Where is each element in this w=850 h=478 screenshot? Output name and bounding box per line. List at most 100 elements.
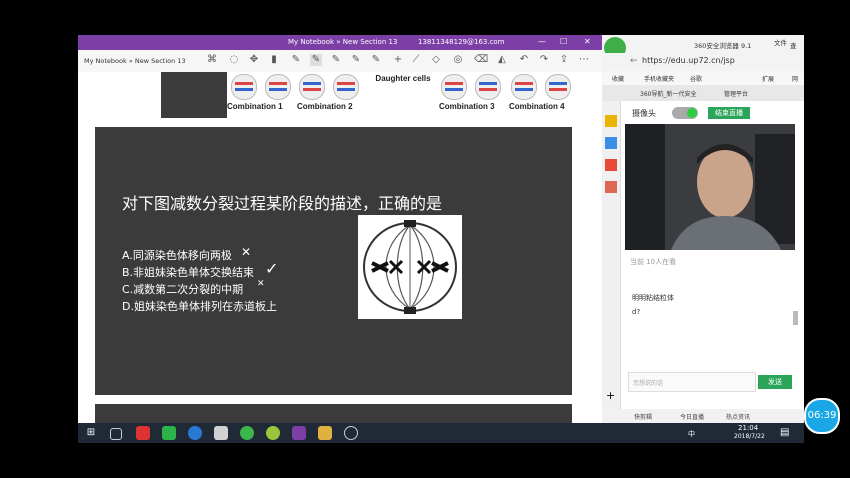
star-icon[interactable]	[605, 115, 617, 127]
camera-label: 摄像头	[632, 109, 656, 118]
wechat-icon[interactable]	[162, 426, 176, 440]
option-a: A.同源染色体移向两极	[122, 249, 232, 262]
slide-top: Daughter cells Combination 1 Combination…	[161, 72, 573, 118]
app-icon[interactable]	[266, 426, 280, 440]
option-b: B.非姐妹染色单体交换结束	[122, 266, 255, 279]
end-live-button[interactable]: 结束直播	[708, 107, 750, 119]
share-icon[interactable]: ⇪	[558, 54, 570, 66]
onenote-window: My Notebook » New Section 13 13811348129…	[78, 35, 602, 423]
browser-icon[interactable]	[188, 426, 202, 440]
eraser-tool-icon[interactable]: ⌫	[474, 54, 488, 66]
taskbar: ⊞ 中 21:04 2018/7/22 ▤	[78, 423, 804, 443]
combination-label: Combination 4	[509, 102, 565, 111]
windows-start-icon[interactable]: ⊞	[84, 426, 98, 440]
menu-view[interactable]: 查	[790, 40, 797, 50]
camera-toggle[interactable]	[672, 107, 698, 119]
onenote-toolbar: My Notebook » New Section 13 ⌘ ◌ ✥ ▮ ✎ ✎…	[78, 50, 602, 73]
notification-icon[interactable]: ◭	[496, 54, 508, 66]
move-icon[interactable]: ✥	[248, 54, 260, 66]
onenote-icon[interactable]	[292, 426, 306, 440]
task-view-icon[interactable]	[110, 428, 122, 440]
onenote-titlebar: My Notebook » New Section 13 13811348129…	[78, 35, 602, 50]
weibo-icon[interactable]	[605, 159, 617, 171]
ruler-icon[interactable]: ⟋	[410, 54, 422, 66]
browser-sidebar: +	[602, 101, 621, 409]
browser-titlebar: 360安全浏览器 9.1 文件 查	[602, 35, 804, 59]
tab-admin[interactable]: 管理平台	[724, 89, 748, 98]
pen-black-icon[interactable]: ▮	[268, 54, 280, 66]
notification-icon[interactable]: ▤	[780, 427, 789, 438]
breadcrumb[interactable]: My Notebook » New Section 13	[84, 57, 186, 65]
cell-icon	[231, 74, 257, 100]
eraser-icon[interactable]: ◌	[228, 54, 240, 66]
360-browser-icon[interactable]	[240, 426, 254, 440]
undo-icon[interactable]: ↶	[518, 54, 530, 66]
status-item[interactable]: 热点资讯	[726, 412, 750, 421]
ink-cross-mark: ✕	[241, 245, 252, 259]
maximize-button[interactable]: ☐	[560, 37, 567, 46]
browser-statusbar: 快剪辑 今日直播 热点资讯	[602, 409, 804, 423]
bookmark-item[interactable]: 扩展	[762, 74, 774, 83]
bookmark-bar: 收藏 手机收藏夹 谷歌 扩展 网	[602, 71, 804, 85]
cell-icon	[299, 74, 325, 100]
ime-indicator[interactable]: 中	[688, 429, 695, 439]
url-field[interactable]: https://edu.up72.cn/jsp	[642, 56, 812, 68]
send-button[interactable]: 发送	[758, 375, 792, 389]
more-icon[interactable]: ⋯	[578, 54, 590, 66]
chat-input[interactable]: 您想说的话	[628, 372, 756, 392]
pen-icon-2[interactable]: ✎	[330, 54, 342, 66]
webcam-video	[625, 124, 795, 250]
lasso-icon[interactable]: ⌘	[206, 54, 218, 66]
clock-time[interactable]: 21:04	[738, 424, 758, 432]
menu-file[interactable]: 文件	[774, 37, 787, 47]
cell-icon	[545, 74, 571, 100]
meiosis-figure: Daughter cells Combination 1 Combination…	[227, 72, 573, 118]
pen-icon[interactable]: ✎	[290, 54, 302, 66]
mail-icon[interactable]	[214, 426, 228, 440]
cell-icon	[333, 74, 359, 100]
ink-to-shape-icon[interactable]: ◎	[452, 54, 464, 66]
bookmark-item[interactable]: 收藏	[612, 74, 624, 83]
clock-app-icon[interactable]	[344, 426, 358, 440]
add-icon[interactable]: +	[392, 54, 404, 66]
chat-message: d?	[632, 308, 641, 316]
add-icon[interactable]: +	[606, 389, 615, 402]
slide-next	[95, 404, 572, 423]
chat-message: 明明粘结粒体	[632, 294, 674, 302]
cell-division-diagram	[358, 215, 462, 319]
tab-360nav[interactable]: 360导航_新一代安全	[640, 89, 710, 98]
shape-icon[interactable]: ◇	[430, 54, 442, 66]
option-d: D.姐妹染色单体排列在赤道板上	[122, 300, 277, 313]
clock-date[interactable]: 2018/7/22	[734, 433, 765, 440]
cell-icon	[511, 74, 537, 100]
redo-icon[interactable]: ↷	[538, 54, 550, 66]
note-canvas[interactable]: Daughter cells Combination 1 Combination…	[78, 72, 602, 423]
ink-cross-mark: ✕	[257, 279, 265, 289]
app-icon[interactable]	[605, 181, 617, 193]
folder-icon[interactable]	[318, 426, 332, 440]
pen-selected-icon[interactable]: ✎	[310, 54, 322, 66]
minimize-button[interactable]: —	[538, 37, 546, 46]
question-title: 对下图减数分裂过程某阶段的描述，正确的是	[122, 194, 443, 213]
combination-label: Combination 2	[297, 102, 353, 111]
slide-question: 对下图减数分裂过程某阶段的描述，正确的是 A.同源染色体移向两极 B.非姐妹染色…	[95, 127, 572, 395]
bookmark-item[interactable]: 手机收藏夹	[644, 74, 674, 83]
close-button[interactable]: ✕	[584, 37, 591, 46]
back-icon[interactable]: ←	[630, 56, 638, 66]
combination-label: Combination 1	[227, 102, 283, 111]
highlighter-yellow-icon[interactable]: ✎	[370, 54, 382, 66]
status-item[interactable]: 快剪辑	[634, 412, 652, 421]
cell-icon	[265, 74, 291, 100]
bookmark-item[interactable]: 网	[792, 74, 798, 83]
bookmark-item[interactable]: 谷歌	[690, 74, 702, 83]
ink-check-mark: ✓	[265, 259, 279, 278]
highlighter-icon[interactable]: ✎	[350, 54, 362, 66]
status-item[interactable]: 今日直播	[680, 412, 704, 421]
chat-scrollbar[interactable]	[793, 311, 798, 325]
cell-icon	[441, 74, 467, 100]
app-icon[interactable]	[605, 137, 617, 149]
cell-icon	[475, 74, 501, 100]
app-icon[interactable]	[136, 426, 150, 440]
account-email: 13811348129@163.com	[418, 38, 505, 46]
combination-label: Combination 3	[439, 102, 495, 111]
